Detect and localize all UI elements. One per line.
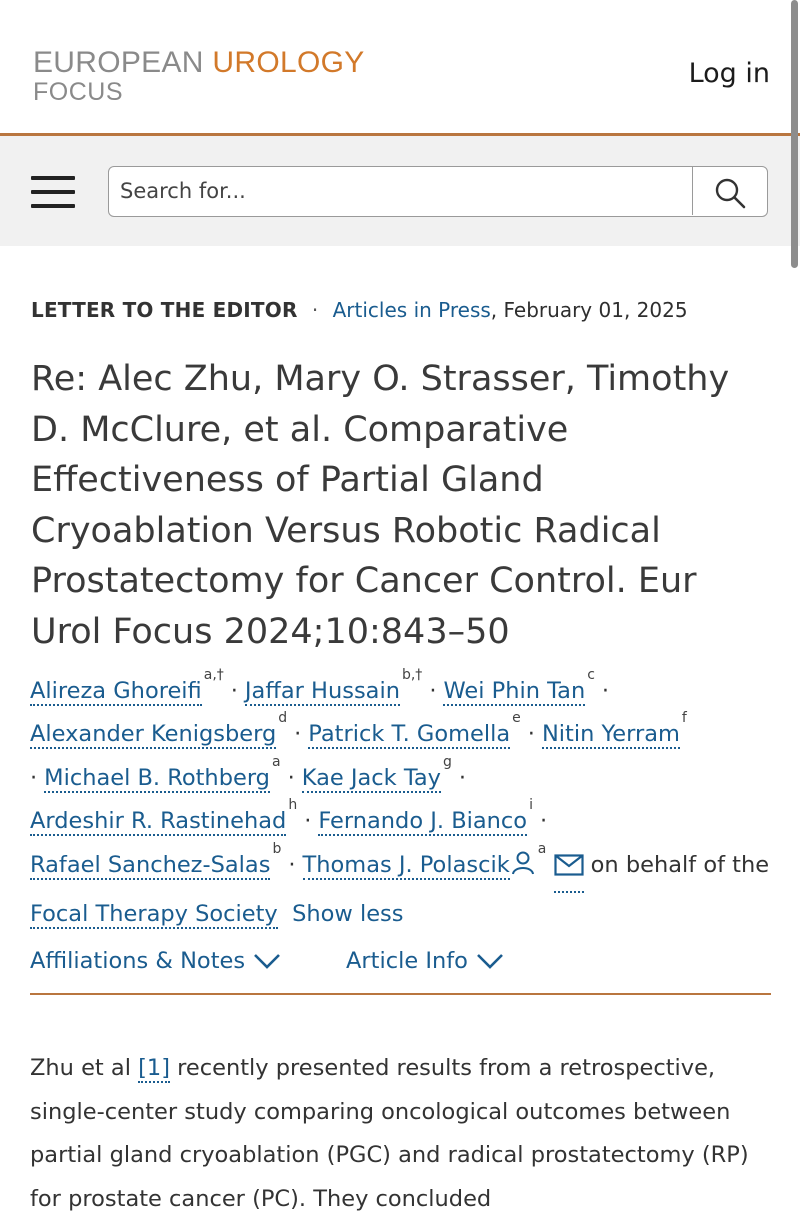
- reference-link[interactable]: [1]: [138, 1055, 170, 1083]
- article-type: LETTER TO THE EDITOR: [31, 298, 298, 322]
- separator-dot: ·: [527, 721, 535, 748]
- author-link[interactable]: Nitin Yerram: [541, 721, 680, 750]
- logo-word-european: EUROPEAN: [33, 46, 204, 79]
- author-link[interactable]: Ardeshir R. Rastinehad: [30, 808, 287, 837]
- article-info-toggle[interactable]: Article Info: [346, 948, 504, 974]
- author-affiliation-sup: a: [537, 840, 547, 857]
- chevron-down-icon: [477, 954, 503, 969]
- article-title: Re: Alec Zhu, Mary O. Strasser, Timothy …: [31, 359, 730, 652]
- separator-dot: ·: [429, 678, 437, 704]
- behalf-text: on behalf of the: [590, 851, 770, 878]
- author-link[interactable]: Kae Jack Tay: [301, 764, 441, 793]
- body-intro: Zhu et al: [30, 1055, 131, 1081]
- separator-dot: ·: [311, 298, 319, 322]
- author-link[interactable]: Alexander Kenigsberg: [30, 721, 277, 750]
- author-affiliation-sup: a,†: [203, 667, 224, 683]
- separator-dot: ·: [304, 808, 312, 835]
- author-link[interactable]: Jaffar Hussain: [244, 678, 400, 706]
- login-link[interactable]: Log in: [689, 58, 770, 89]
- affiliations-notes-label: Affiliations & Notes: [30, 948, 246, 974]
- author-link[interactable]: Alireza Ghoreifi: [30, 678, 202, 706]
- focal-therapy-society-link[interactable]: Focal Therapy Society: [30, 901, 278, 930]
- logo-word-focus: FOCUS: [33, 78, 123, 106]
- author-link[interactable]: Wei Phin Tan: [443, 678, 586, 706]
- author-affiliation-sup: i: [529, 797, 533, 814]
- separator-dot: ·: [288, 851, 296, 878]
- affiliations-notes-toggle[interactable]: Affiliations & Notes: [30, 948, 281, 974]
- author-link[interactable]: Patrick T. Gomella: [308, 721, 511, 750]
- author-link[interactable]: Thomas J. Polascik: [302, 851, 510, 880]
- author-affiliation-sup: h: [288, 797, 298, 814]
- show-less-link[interactable]: Show less: [292, 901, 403, 927]
- article-info-label: Article Info: [346, 948, 468, 974]
- scrollbar[interactable]: [791, 0, 798, 268]
- separator-dot: ·: [294, 721, 302, 748]
- author-link[interactable]: Fernando J. Bianco: [318, 808, 528, 837]
- hamburger-menu-icon[interactable]: [31, 176, 75, 208]
- author-list: Alireza Ghoreifia,†· Jaffar Hussainb,†· We…: [30, 667, 775, 936]
- envelope-icon[interactable]: [553, 848, 584, 894]
- article-meta: LETTER TO THE EDITOR · Articles in Press…: [31, 298, 688, 322]
- author-affiliation-sup: b: [272, 840, 282, 857]
- section-divider: [30, 993, 771, 995]
- author-link[interactable]: Rafael Sanchez-Salas: [30, 851, 271, 880]
- separator-dot: ·: [287, 764, 295, 791]
- search-icon: [715, 178, 746, 209]
- author-affiliation-sup: c: [587, 667, 595, 683]
- search-button[interactable]: [692, 167, 767, 215]
- journal-logo[interactable]: EUROPEAN UROLOGY FOCUS: [33, 48, 365, 105]
- author-affiliation-sup: g: [442, 753, 452, 770]
- search-input[interactable]: [109, 167, 694, 215]
- separator-dot: ·: [458, 764, 467, 791]
- separator-dot: ·: [601, 678, 610, 704]
- person-icon[interactable]: [510, 848, 536, 891]
- author-affiliation-sup: e: [512, 710, 521, 727]
- article-body-paragraph: Zhu et al [1] recently presented results…: [30, 1047, 775, 1221]
- chevron-down-icon: [254, 954, 281, 969]
- author-link[interactable]: Michael B. Rothberg: [44, 764, 270, 793]
- author-affiliation-sup: d: [278, 710, 288, 727]
- accordion-row: Affiliations & Notes Article Info: [30, 948, 770, 992]
- search-box: [108, 166, 768, 217]
- author-affiliation-sup: f: [681, 710, 687, 727]
- logo-word-urology: UROLOGY: [212, 46, 365, 79]
- separator-dot: ·: [230, 678, 238, 704]
- author-affiliation-sup: b,†: [401, 667, 423, 683]
- articles-in-press-link[interactable]: Articles in Press: [333, 298, 491, 322]
- separator-dot: ·: [30, 764, 38, 791]
- site-header: EUROPEAN UROLOGY FOCUS Log in: [0, 0, 800, 133]
- author-affiliation-sup: a: [271, 753, 281, 770]
- publication-date: , February 01, 2025: [490, 298, 688, 322]
- separator-dot: ·: [539, 808, 548, 835]
